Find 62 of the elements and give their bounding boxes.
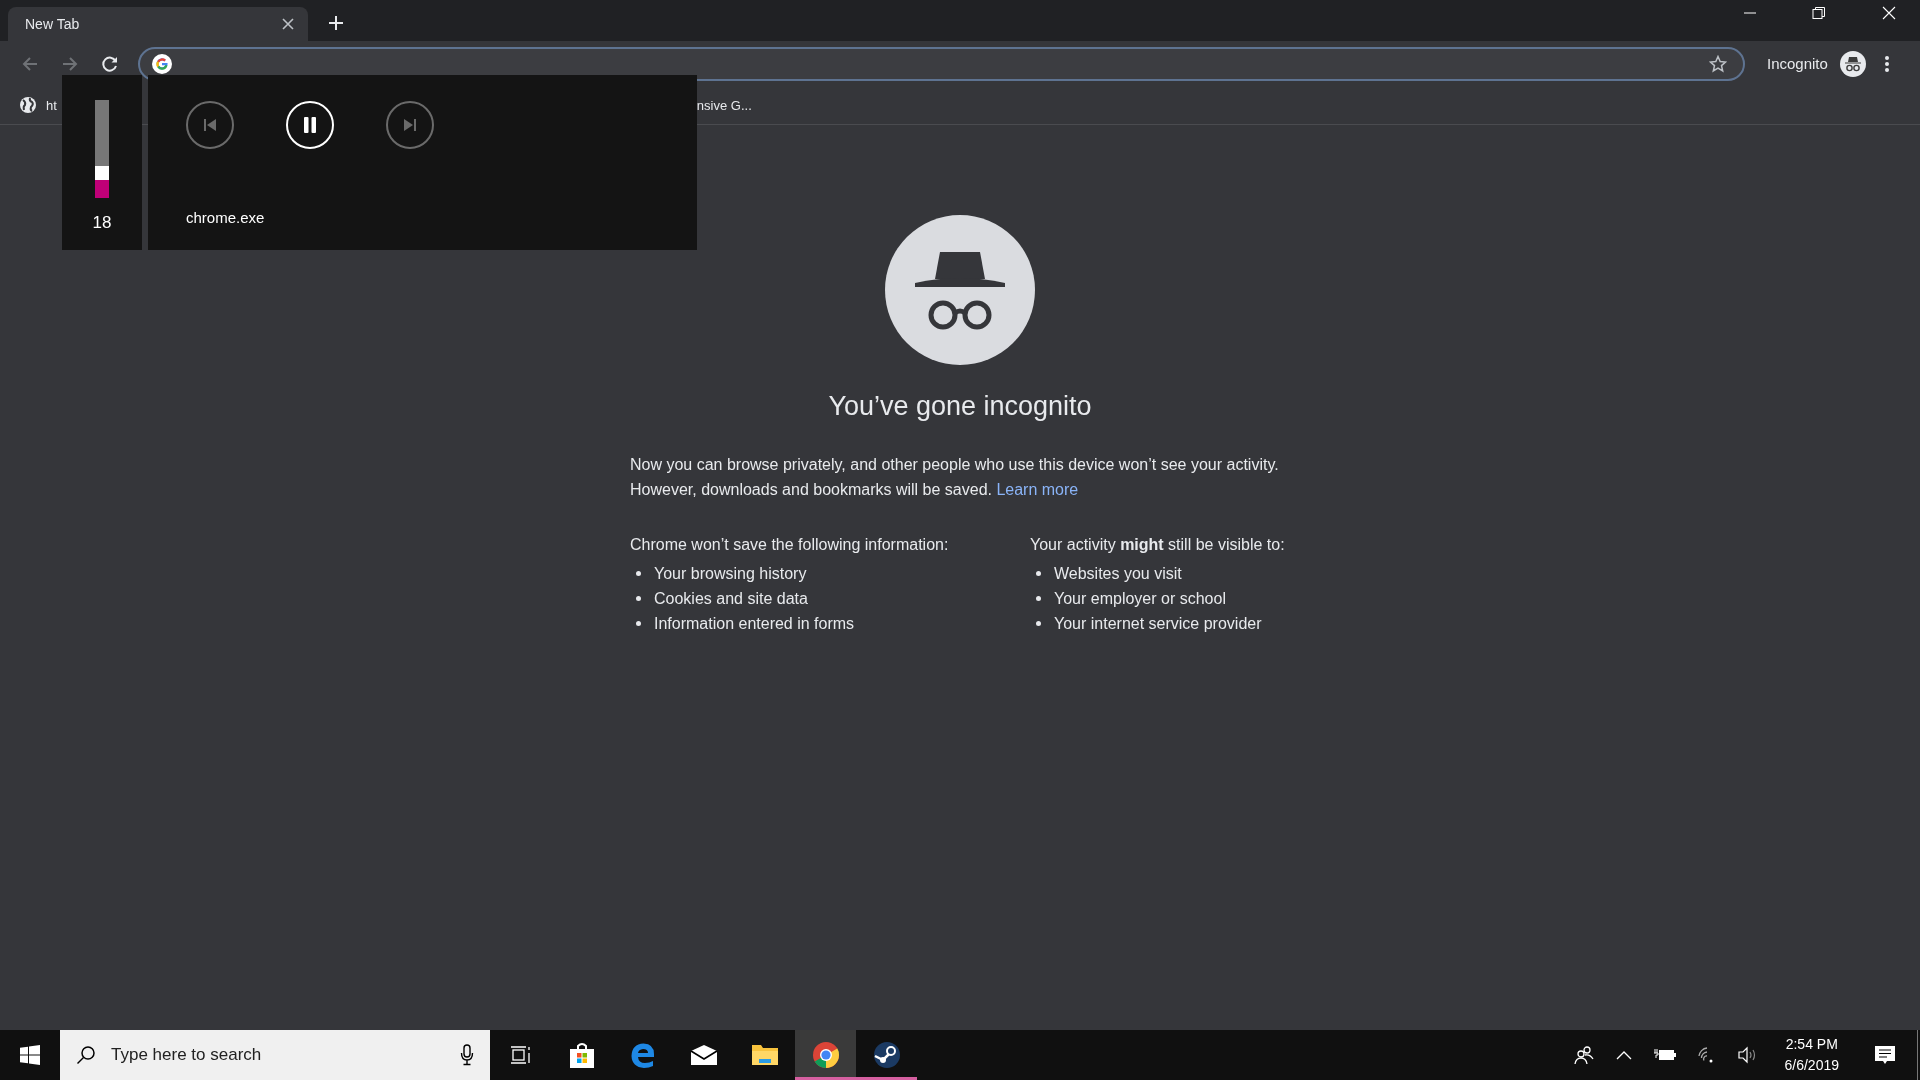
list-item: Your browsing history xyxy=(654,564,807,584)
bullet-icon xyxy=(1036,571,1041,576)
steam-icon xyxy=(872,1041,901,1069)
pause-icon xyxy=(302,116,318,134)
envelope-icon xyxy=(689,1044,718,1066)
clock-time: 2:54 PM xyxy=(1785,1035,1838,1054)
page-title: You’ve gone incognito xyxy=(828,391,1092,422)
google-icon xyxy=(152,53,172,74)
windows-icon xyxy=(20,1045,40,1065)
back-icon[interactable] xyxy=(21,54,39,73)
bullet-icon xyxy=(636,596,641,601)
next-icon xyxy=(402,117,418,133)
volume-reading: 18 xyxy=(92,213,112,233)
taskbar-search-field[interactable]: Type here to search xyxy=(60,1030,490,1080)
search-icon xyxy=(76,1045,96,1065)
close-icon[interactable] xyxy=(1882,5,1896,20)
pause-button[interactable] xyxy=(286,101,334,149)
notification-icon[interactable] xyxy=(1875,1045,1895,1065)
folder-icon xyxy=(750,1043,779,1067)
close-tab-icon[interactable] xyxy=(282,18,294,30)
bookmark-item[interactable]: ht xyxy=(46,97,57,113)
incognito-label: Incognito xyxy=(1767,55,1828,72)
bookmark-star-icon[interactable] xyxy=(1709,54,1727,73)
address-bar[interactable] xyxy=(138,46,1745,81)
bullet-icon xyxy=(1036,621,1041,626)
clock-date: 6/6/2019 xyxy=(1784,1056,1839,1075)
list-heading: Chrome won’t save the following information: xyxy=(630,535,950,555)
chrome-icon xyxy=(811,1041,840,1069)
list-item: Your internet service provider xyxy=(1054,614,1262,634)
clock[interactable]: 2:54 PM 6/6/2019 xyxy=(1784,1034,1839,1076)
taskbar-app[interactable] xyxy=(795,1030,856,1080)
previous-icon xyxy=(202,117,218,133)
list-item: Websites you visit xyxy=(1054,564,1182,584)
reload-icon[interactable] xyxy=(101,54,119,73)
new-tab-icon[interactable] xyxy=(328,15,344,31)
bullet-icon xyxy=(636,621,641,626)
bullet-icon xyxy=(636,571,641,576)
speaker-icon[interactable] xyxy=(1737,1046,1758,1064)
list-item: Cookies and site data xyxy=(654,589,808,609)
list-heading: Your activity might still be visible to: xyxy=(1030,535,1286,555)
people-icon[interactable] xyxy=(1573,1045,1594,1065)
learn-more-link[interactable]: Learn more xyxy=(996,481,1079,498)
battery-icon[interactable] xyxy=(1653,1048,1676,1062)
bookmark-item[interactable]: nsive G... xyxy=(696,97,752,113)
incognito-icon xyxy=(885,215,1035,365)
browser-tab[interactable]: New Tab xyxy=(8,7,308,41)
microphone-icon[interactable] xyxy=(460,1044,474,1066)
list-item: Information entered in forms xyxy=(654,614,855,634)
list-item: Your employer or school xyxy=(1054,589,1226,609)
chevron-up-icon[interactable] xyxy=(1615,1050,1632,1060)
shopping-bag-icon xyxy=(567,1041,596,1069)
media-app-name: chrome.exe xyxy=(186,209,266,226)
restore-icon[interactable] xyxy=(1812,5,1826,20)
intro-paragraph: Now you can browse privately, and other people who use this device won’t see your activity. However, downloads and bookmarks will be saved. Learn more xyxy=(630,455,1280,500)
volume-slider[interactable] xyxy=(95,100,109,198)
bullet-icon xyxy=(1036,596,1041,601)
forward-icon[interactable] xyxy=(61,54,79,73)
menu-icon[interactable] xyxy=(1883,54,1890,73)
incognito-avatar-icon[interactable] xyxy=(1839,50,1866,77)
task-view-icon xyxy=(509,1045,532,1065)
globe-icon xyxy=(19,96,37,114)
edge-icon xyxy=(629,1042,656,1068)
